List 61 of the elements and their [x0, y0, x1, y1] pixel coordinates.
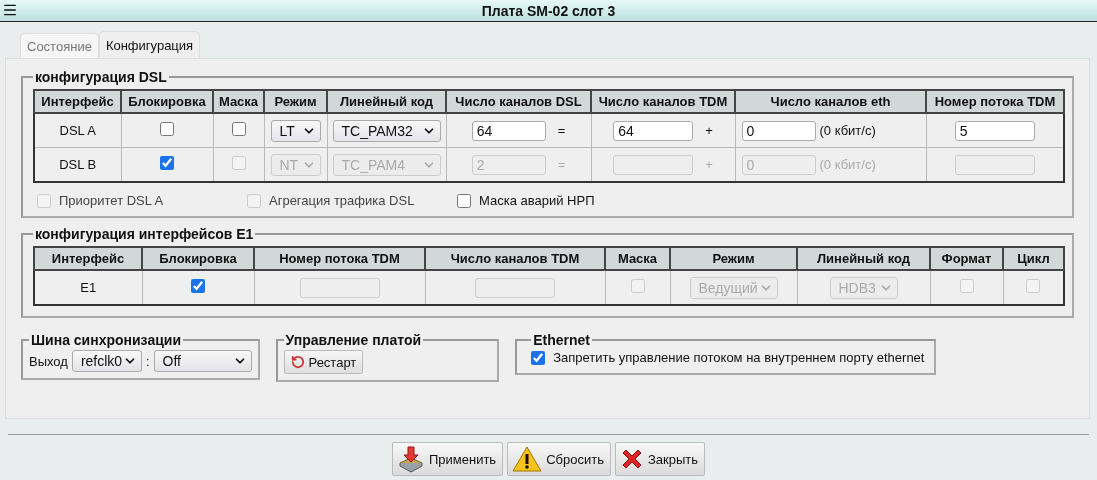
rotate-arrow-icon [290, 355, 305, 369]
mask-checkbox[interactable] [231, 122, 246, 136]
line-code-dropdown[interactable]: TC_PAM32 [332, 119, 441, 142]
column-header: Число каналов TDM [425, 247, 605, 270]
group-legend: Шина синхронизации [29, 332, 183, 348]
input-field[interactable]: 0 [741, 120, 816, 141]
column-header: Интерфейс [34, 247, 142, 270]
interface-name: DSL B [59, 157, 97, 172]
input-field[interactable]: 5 [954, 120, 1035, 141]
group-legend: Управление платой [283, 332, 424, 348]
source-dropdown[interactable]: refclk0 [71, 350, 142, 372]
mode-dropdown[interactable]: LT [270, 119, 321, 142]
column-header: Блокировка [121, 90, 213, 113]
option-checkbox[interactable] [457, 193, 471, 208]
column-header: Линейный код [797, 247, 930, 270]
window-title: Плата SM-02 слот 3 [481, 2, 616, 19]
column-header: Режим [670, 247, 797, 270]
download-arrow-icon [396, 445, 425, 473]
column-header: Интерфейс [34, 90, 121, 113]
column-header: Число каналов DSL [446, 90, 591, 113]
column-header: Число каналов TDM [591, 90, 735, 113]
input-field[interactable]: 64 [471, 120, 546, 141]
plus-sign: + [705, 123, 713, 138]
column-header: Блокировка [142, 247, 254, 270]
equals-sign: = [557, 157, 566, 172]
group-legend: конфигурация интерфейсов E1 [33, 226, 256, 242]
input-field[interactable]: 64 [613, 120, 694, 141]
option-label: Приоритет DSL A [59, 193, 164, 208]
restart-button[interactable]: Рестарт [283, 350, 364, 374]
column-header: Маска [605, 247, 670, 270]
tab[interactable]: Конфигурация [98, 31, 201, 58]
menu-icon[interactable] [2, 2, 18, 18]
block-checkbox[interactable] [160, 122, 174, 136]
column-header: Число каналов eth [735, 90, 926, 113]
option-label: Агрегация трафика DSL [269, 193, 415, 208]
option-label: Запретить управление потоком на внутреннем порту ethernet [553, 350, 925, 365]
column-header: Режим [264, 90, 327, 113]
rate-text: (0 кбит/с) [819, 123, 876, 138]
column-header: Формат [930, 247, 1003, 270]
group-legend: Ethernet [531, 332, 592, 348]
action-button[interactable]: Сбросить [507, 442, 611, 476]
equals-sign: = [557, 123, 566, 138]
plus-sign: + [705, 157, 713, 172]
interface-name: E1 [80, 280, 97, 295]
tab[interactable]: Состояние [20, 33, 99, 58]
column-header: Номер потока TDM [254, 247, 425, 270]
output-label: Выход [29, 353, 68, 369]
warning-icon [512, 445, 543, 473]
ethernet-checkbox[interactable] [531, 350, 546, 365]
action-button[interactable]: Применить [391, 442, 504, 476]
option-label: Маска аварий НРП [479, 193, 595, 208]
column-header: Цикл [1003, 247, 1064, 270]
interface-name: DSL A [59, 123, 96, 138]
action-button[interactable]: Закрыть [614, 442, 705, 476]
column-header: Номер потока TDM [926, 90, 1064, 113]
separator-text: : [145, 353, 150, 369]
group-legend: конфигурация DSL [33, 69, 169, 85]
rate-text: (0 кбит/с) [819, 157, 876, 172]
column-header: Линейный код [327, 90, 446, 113]
value-dropdown[interactable]: Off [153, 350, 252, 372]
column-header: Маска [213, 90, 264, 113]
